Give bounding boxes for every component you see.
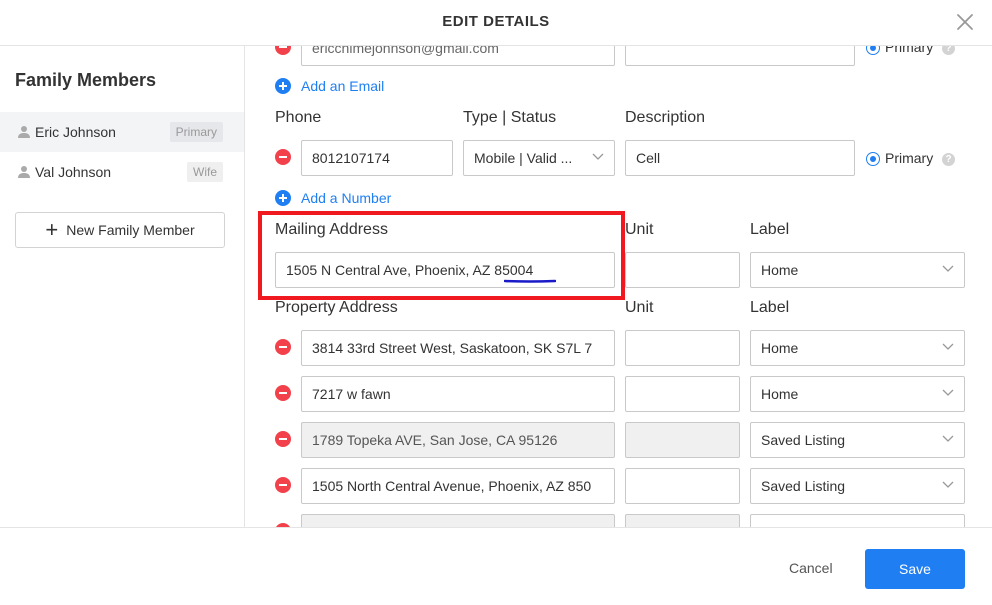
chevron-down-icon bbox=[942, 435, 954, 442]
chevron-down-icon bbox=[942, 389, 954, 396]
type-status-header: Type | Status bbox=[463, 109, 557, 126]
property-address-input[interactable]: 3814 33rd Street West, Saskatoon, SK S7L… bbox=[301, 330, 615, 366]
property-label-value: Saved Listing bbox=[761, 478, 846, 494]
chevron-down-icon bbox=[942, 481, 954, 488]
property-unit-header: Unit bbox=[625, 299, 654, 316]
property-label-header: Label bbox=[750, 299, 790, 316]
property-label-select[interactable]: Home bbox=[750, 376, 965, 412]
member-name: Val Johnson bbox=[35, 164, 112, 180]
person-icon bbox=[18, 166, 30, 178]
remove-property-icon[interactable] bbox=[275, 385, 291, 401]
modal-title: EDIT DETAILS bbox=[442, 13, 550, 30]
mailing-label-header: Label bbox=[750, 221, 790, 238]
modal-footer: Cancel Save bbox=[0, 527, 992, 605]
property-address-header: Property Address bbox=[275, 299, 398, 316]
phone-description-input[interactable]: Cell bbox=[625, 140, 855, 176]
email-input[interactable]: ericchimejohnson@gmail.com bbox=[301, 46, 615, 66]
modal-header: EDIT DETAILS bbox=[0, 0, 992, 46]
property-label-value: Saved Listing bbox=[761, 432, 846, 448]
email-primary-radio[interactable] bbox=[866, 46, 880, 55]
add-email-link[interactable]: Add an Email bbox=[301, 78, 384, 94]
property-unit-input[interactable] bbox=[625, 330, 740, 366]
plus-icon: + bbox=[45, 217, 59, 242]
phone-type-select[interactable]: Mobile | Valid ... bbox=[463, 140, 615, 176]
property-label-select[interactable]: Saved Listing bbox=[750, 468, 965, 504]
add-email-icon[interactable] bbox=[275, 78, 291, 94]
phone-primary-label: Primary bbox=[885, 150, 934, 166]
phone-primary-radio[interactable] bbox=[866, 152, 880, 166]
email-description-input[interactable] bbox=[625, 46, 855, 66]
property-address-input[interactable]: 7217 w fawn bbox=[301, 376, 615, 412]
member-item-val-johnson[interactable]: Val Johnson Wife bbox=[0, 152, 244, 192]
add-number-link[interactable]: Add a Number bbox=[301, 190, 391, 206]
property-label-select[interactable]: Saved Listing bbox=[750, 422, 965, 458]
property-unit-input bbox=[625, 422, 740, 458]
member-tag: Wife bbox=[187, 162, 223, 182]
person-icon bbox=[18, 126, 30, 138]
property-address-input[interactable]: 1505 North Central Avenue, Phoenix, AZ 8… bbox=[301, 468, 615, 504]
email-primary-label: Primary bbox=[885, 46, 934, 55]
member-item-eric-johnson[interactable]: Eric Johnson Primary bbox=[0, 112, 244, 152]
member-tag: Primary bbox=[169, 122, 223, 142]
remove-property-icon[interactable] bbox=[275, 339, 291, 355]
family-members-sidebar: Family Members Eric Johnson Primary Val … bbox=[0, 46, 245, 527]
property-unit-input[interactable] bbox=[625, 468, 740, 504]
mailing-label-value: Home bbox=[761, 262, 799, 278]
description-header: Description bbox=[625, 109, 706, 126]
mailing-address-input[interactable]: 1505 N Central Ave, Phoenix, AZ 85004 bbox=[275, 252, 615, 288]
mailing-address-header: Mailing Address bbox=[275, 221, 388, 238]
property-label-select[interactable]: Home bbox=[750, 330, 965, 366]
cancel-button[interactable]: Cancel bbox=[789, 560, 833, 576]
property-address-input bbox=[301, 514, 615, 527]
save-button[interactable]: Save bbox=[865, 549, 965, 589]
add-number-icon[interactable] bbox=[275, 190, 291, 206]
mailing-unit-input[interactable] bbox=[625, 252, 740, 288]
property-label-select[interactable] bbox=[750, 514, 965, 527]
property-label-value: Home bbox=[761, 386, 799, 402]
chevron-down-icon bbox=[942, 265, 954, 272]
property-unit-input bbox=[625, 514, 740, 527]
remove-property-icon[interactable] bbox=[275, 431, 291, 447]
remove-property-icon[interactable] bbox=[275, 477, 291, 493]
details-form: ericchimejohnson@gmail.com Primary ? Add… bbox=[245, 46, 992, 527]
help-icon[interactable]: ? bbox=[942, 153, 955, 166]
help-icon[interactable]: ? bbox=[942, 46, 955, 55]
mailing-unit-header: Unit bbox=[625, 221, 654, 238]
close-icon[interactable] bbox=[954, 11, 976, 33]
remove-email-icon[interactable] bbox=[275, 46, 291, 55]
phone-number-input[interactable]: 8012107174 bbox=[301, 140, 453, 176]
property-address-input: 1789 Topeka AVE, San Jose, CA 95126 bbox=[301, 422, 615, 458]
new-family-member-label: New Family Member bbox=[66, 222, 195, 238]
mailing-label-select[interactable]: Home bbox=[750, 252, 965, 288]
chevron-down-icon bbox=[942, 343, 954, 350]
phone-header: Phone bbox=[275, 109, 322, 126]
phone-type-value: Mobile | Valid ... bbox=[474, 150, 573, 166]
new-family-member-button[interactable]: + New Family Member bbox=[15, 212, 225, 248]
property-label-value: Home bbox=[761, 340, 799, 356]
sidebar-title: Family Members bbox=[15, 70, 157, 90]
property-unit-input[interactable] bbox=[625, 376, 740, 412]
remove-phone-icon[interactable] bbox=[275, 149, 291, 165]
annotation-underline bbox=[504, 279, 556, 283]
chevron-down-icon bbox=[592, 153, 604, 160]
member-name: Eric Johnson bbox=[35, 124, 116, 140]
